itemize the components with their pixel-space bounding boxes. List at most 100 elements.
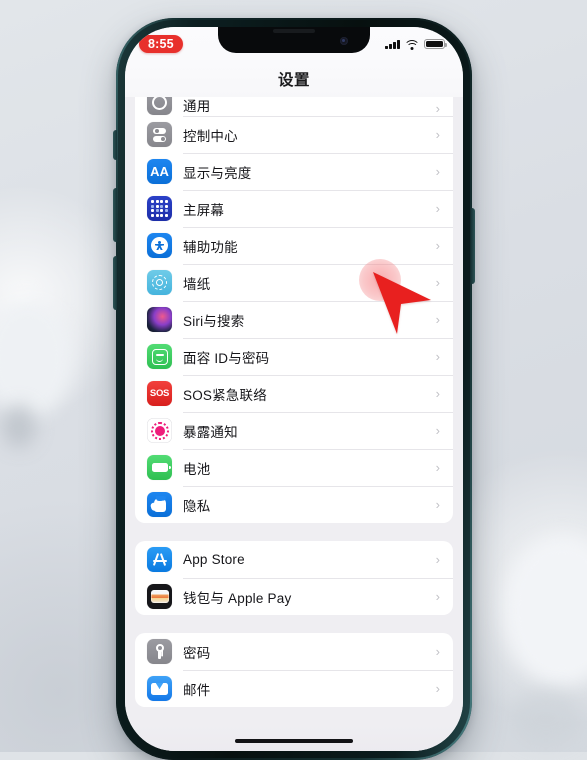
front-camera-icon	[340, 37, 348, 45]
settings-row-label: App Store	[183, 552, 245, 567]
exposure-dot-glyph	[150, 421, 169, 440]
mute-switch-button[interactable]	[113, 130, 117, 160]
mail-icon	[147, 676, 172, 701]
chevron-right-icon: ›	[435, 275, 440, 290]
settings-row[interactable]: Siri与搜索 ›	[135, 301, 453, 338]
chevron-right-icon: ›	[435, 312, 440, 327]
screen-recording-time-badge: 8:55	[139, 35, 183, 53]
settings-row[interactable]: 钱包与 Apple Pay ›	[135, 578, 453, 615]
chevron-right-icon: ›	[435, 101, 440, 116]
settings-row[interactable]: App Store ›	[135, 541, 453, 578]
wallet-icon	[147, 584, 172, 609]
page-title: 设置	[277, 72, 310, 89]
background-blur-shape-left-small	[2, 404, 36, 448]
battery-icon	[424, 38, 448, 50]
background-blur-shape-left	[0, 300, 74, 418]
settings-row-label: 面容 ID与密码	[183, 350, 270, 366]
display-notch	[218, 27, 370, 53]
background-blur-shape-right-small	[511, 690, 581, 746]
settings-row[interactable]: 通用 ›	[135, 97, 453, 116]
settings-row[interactable]: 主屏幕 ›	[135, 190, 453, 227]
home-screen-icon	[147, 196, 172, 221]
settings-row-label: 辅助功能	[183, 239, 238, 255]
settings-row[interactable]: SOS SOS紧急联络 ›	[135, 375, 453, 412]
face-glyph	[151, 348, 168, 365]
aa-glyph: AA	[150, 164, 169, 179]
emergency-sos-icon: SOS	[147, 381, 172, 406]
chevron-right-icon: ›	[435, 423, 440, 438]
wallpaper-icon	[147, 270, 172, 295]
settings-group-store-group: App Store › 钱包与 Apple Pay ›	[135, 541, 453, 615]
control-center-icon	[147, 122, 172, 147]
background-blur-shape-right	[503, 536, 587, 686]
settings-row-label: 密码	[183, 645, 211, 661]
chevron-right-icon: ›	[435, 681, 440, 696]
chevron-right-icon: ›	[435, 644, 440, 659]
settings-row-label: SOS紧急联络	[183, 387, 267, 403]
siri-search-icon	[147, 307, 172, 332]
passwords-key-icon	[147, 639, 172, 664]
iphone-device-frame: 8:55 设置 通用 › 控制中心 › AA 显示与亮度 › 主屏幕 › 辅助功…	[113, 18, 475, 760]
battery-settings-icon	[147, 455, 172, 480]
settings-row[interactable]: 邮件 ›	[135, 670, 453, 707]
settings-row-label: 显示与亮度	[183, 165, 252, 181]
settings-row-label: 暴露通知	[183, 424, 238, 440]
phone-screen: 8:55 设置 通用 › 控制中心 › AA 显示与亮度 › 主屏幕 › 辅助功…	[125, 27, 463, 751]
chevron-right-icon: ›	[435, 201, 440, 216]
accessibility-icon	[147, 233, 172, 258]
settings-row[interactable]: 密码 ›	[135, 633, 453, 670]
chevron-right-icon: ›	[435, 386, 440, 401]
settings-row[interactable]: 隐私 ›	[135, 486, 453, 523]
face-id-icon	[147, 344, 172, 369]
chevron-right-icon: ›	[435, 497, 440, 512]
wallet-card-glyph	[150, 590, 169, 603]
chevron-right-icon: ›	[435, 589, 440, 604]
general-gear-icon	[147, 97, 172, 115]
settings-row-label: 邮件	[183, 682, 211, 698]
display-brightness-icon: AA	[147, 159, 172, 184]
settings-row[interactable]: 控制中心 ›	[135, 116, 453, 153]
wifi-icon	[404, 39, 420, 50]
gear-glyph	[152, 97, 167, 110]
settings-row-label: 墙纸	[183, 276, 211, 292]
settings-row-label: 通用	[183, 99, 211, 114]
settings-row[interactable]: 暴露通知 ›	[135, 412, 453, 449]
settings-row[interactable]: AA 显示与亮度 ›	[135, 153, 453, 190]
settings-row-label: 控制中心	[183, 128, 238, 144]
settings-row[interactable]: 电池 ›	[135, 449, 453, 486]
settings-row-label: 隐私	[183, 498, 211, 514]
navigation-bar: 设置	[125, 61, 463, 97]
volume-up-button[interactable]	[113, 188, 117, 242]
earpiece-speaker-icon	[273, 29, 315, 33]
chevron-right-icon: ›	[435, 552, 440, 567]
hand-glyph	[153, 495, 166, 512]
sos-glyph: SOS	[149, 387, 170, 399]
volume-down-button[interactable]	[113, 256, 117, 310]
key-glyph	[153, 644, 167, 659]
chevron-right-icon: ›	[435, 238, 440, 253]
settings-row-label: 主屏幕	[183, 202, 225, 218]
battery-glyph	[151, 463, 171, 472]
home-indicator[interactable]	[235, 738, 353, 743]
chevron-right-icon: ›	[435, 164, 440, 179]
chevron-right-icon: ›	[435, 127, 440, 142]
settings-list-scroll-area[interactable]: 通用 › 控制中心 › AA 显示与亮度 › 主屏幕 › 辅助功能 › 墙纸 › Siri与搜索 › 面容 I…	[125, 97, 463, 751]
settings-row-label: 电池	[183, 461, 211, 477]
settings-group-system-group: 通用 › 控制中心 › AA 显示与亮度 › 主屏幕 › 辅助功能 › 墙纸 › Siri与搜索 › 面容 I…	[135, 97, 453, 523]
app-store-icon	[147, 547, 172, 572]
accessibility-figure-glyph	[151, 237, 168, 254]
envelope-glyph	[151, 682, 168, 695]
chevron-right-icon: ›	[435, 349, 440, 364]
power-side-button[interactable]	[471, 208, 475, 284]
settings-row-label: 钱包与 Apple Pay	[183, 590, 292, 606]
app-grid-glyph	[151, 200, 168, 217]
settings-row[interactable]: 辅助功能 ›	[135, 227, 453, 264]
privacy-hand-icon	[147, 492, 172, 517]
appstore-a-glyph	[151, 551, 168, 568]
settings-row[interactable]: 墙纸 ›	[135, 264, 453, 301]
flower-glyph	[152, 275, 167, 290]
settings-row[interactable]: 面容 ID与密码 ›	[135, 338, 453, 375]
settings-group-accounts-group: 密码 › 邮件 ›	[135, 633, 453, 707]
cellular-signal-icon	[385, 39, 400, 49]
toggles-glyph	[153, 127, 166, 142]
